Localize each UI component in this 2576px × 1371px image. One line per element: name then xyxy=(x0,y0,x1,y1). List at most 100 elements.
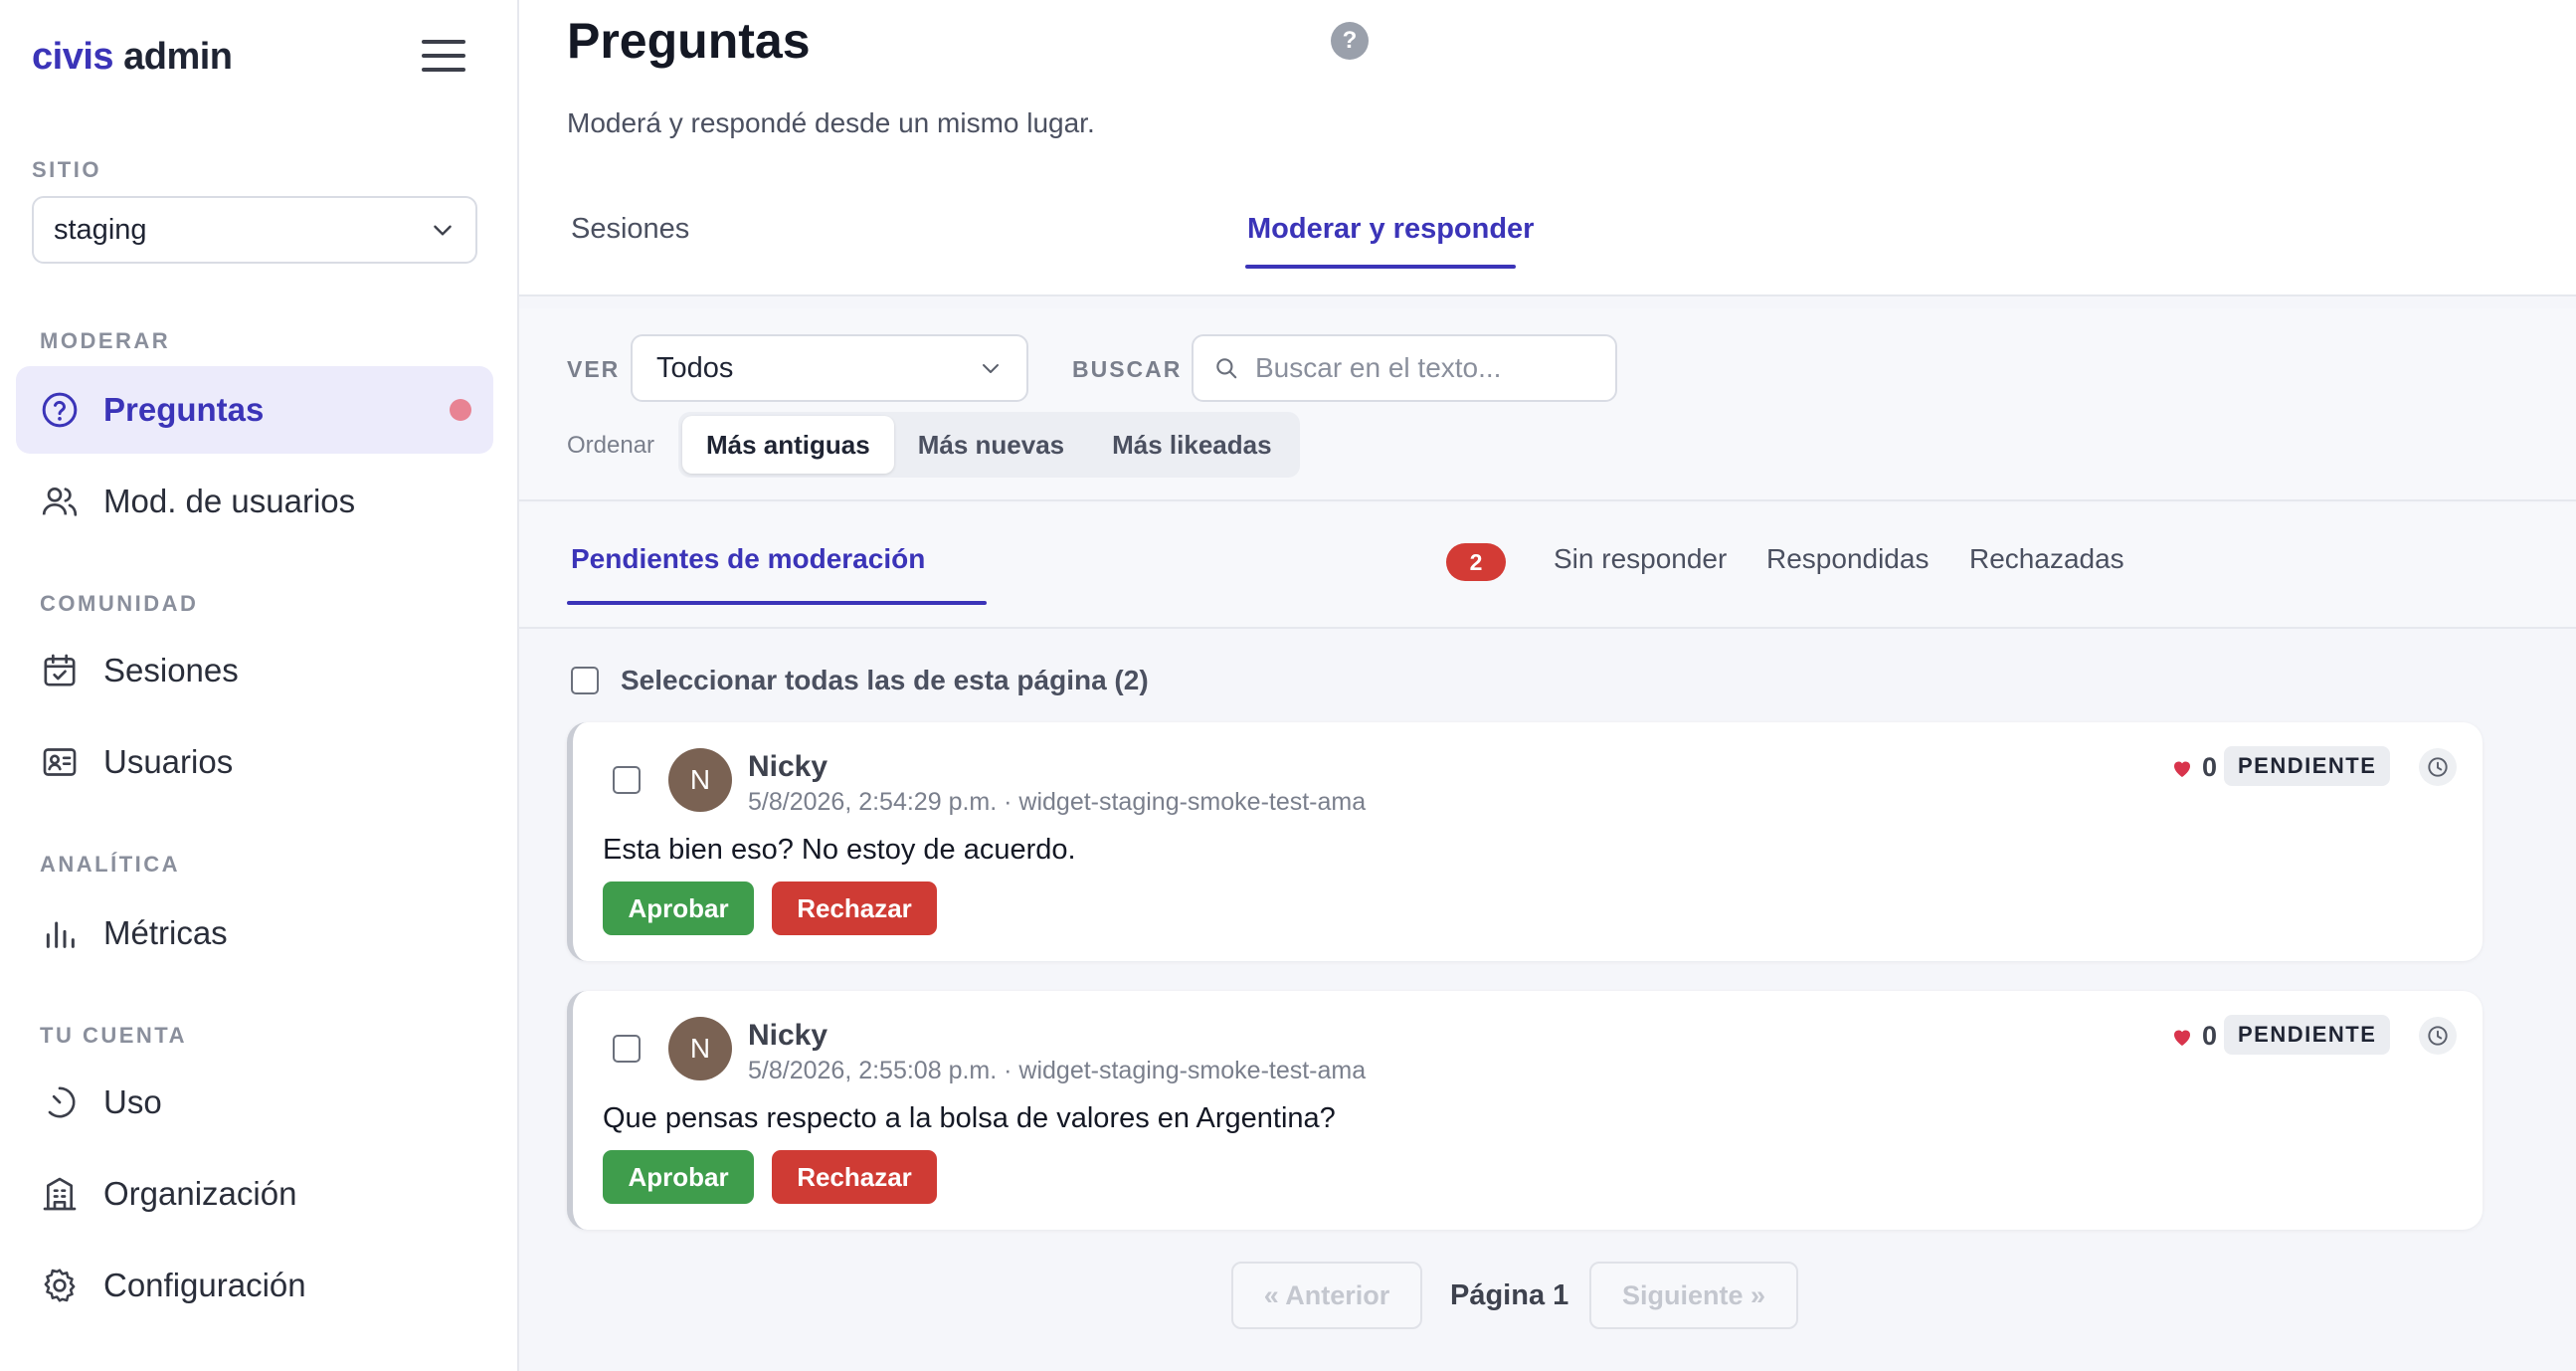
status-tabs: Pendientes de moderación 2 Sin responder… xyxy=(519,503,2576,629)
search-box[interactable] xyxy=(1192,334,1617,402)
site-label: SITIO xyxy=(32,157,101,182)
clock-icon xyxy=(2428,1026,2448,1046)
sidebar-item-label: Métricas xyxy=(103,914,228,951)
question-text: Esta bien eso? No estoy de acuerdo. xyxy=(603,834,1076,866)
select-all-row: Seleccionar todas las de esta página (2) xyxy=(571,665,1149,696)
buscar-label: BUSCAR xyxy=(1072,356,1183,382)
brand-part2: admin xyxy=(123,36,233,78)
question-card: N Nicky 5/8/2026, 2:55:08 p.m. · widget-… xyxy=(567,991,2483,1230)
sidebar-item-usuarios[interactable]: Usuarios xyxy=(16,718,493,806)
history-button[interactable] xyxy=(2419,1017,2457,1055)
sidebar-item-label: Organización xyxy=(103,1175,297,1212)
filters-bar: VER Todos BUSCAR Ordenar Más antiguas Má… xyxy=(519,308,2576,501)
sidebar-item-label: Preguntas xyxy=(103,391,265,428)
next-page-button[interactable]: Siguiente » xyxy=(1589,1262,1798,1329)
help-icon[interactable]: ? xyxy=(1331,22,1369,60)
chevron-down-icon xyxy=(434,225,452,236)
gauge-icon xyxy=(48,1086,76,1118)
heart-icon xyxy=(2174,761,2190,777)
sidebar-item-label: Usuarios xyxy=(103,743,234,780)
approve-button[interactable]: Aprobar xyxy=(603,1150,754,1204)
question-circle-icon xyxy=(42,392,78,428)
likes-count: 0 xyxy=(2170,1021,2217,1052)
active-subtab-indicator xyxy=(567,601,987,605)
sort-most-liked-button[interactable]: Más likeadas xyxy=(1088,416,1295,474)
sidebar-item-configuracion[interactable]: Configuración xyxy=(16,1242,493,1329)
section-label-comunidad: COMUNIDAD xyxy=(40,591,199,616)
app: civis admin SITIO staging MODERAR Pregun… xyxy=(0,0,2576,1371)
avatar: N xyxy=(668,748,732,812)
avatar: N xyxy=(668,1017,732,1080)
sidebar-item-mod-usuarios[interactable]: Mod. de usuarios xyxy=(16,458,493,545)
approve-button[interactable]: Aprobar xyxy=(603,881,754,935)
select-all-checkbox[interactable] xyxy=(571,667,599,694)
question-meta: 5/8/2026, 2:55:08 p.m. · widget-staging-… xyxy=(748,1057,1367,1084)
sort-segmented-control: Más antiguas Más nuevas Más likeadas xyxy=(678,412,1300,478)
bar-chart-icon xyxy=(46,921,75,948)
prev-page-button[interactable]: « Anterior xyxy=(1231,1262,1422,1329)
likes-count: 0 xyxy=(2170,752,2217,783)
building-icon xyxy=(43,1177,77,1211)
pending-count-badge: 2 xyxy=(1446,543,1506,581)
question-meta: 5/8/2026, 2:54:29 p.m. · widget-staging-… xyxy=(748,788,1367,816)
sidebar: civis admin SITIO staging MODERAR Pregun… xyxy=(0,0,519,1371)
section-label-moderar: MODERAR xyxy=(40,328,171,353)
tab-sin-responder[interactable]: Sin responder xyxy=(1554,543,1727,575)
ver-select[interactable]: Todos xyxy=(631,334,1028,402)
section-label-tu-cuenta: TU CUENTA xyxy=(40,1023,187,1048)
select-all-label: Seleccionar todas las de esta página (2) xyxy=(621,665,1149,695)
calendar-check-icon xyxy=(44,654,76,686)
reject-button[interactable]: Rechazar xyxy=(772,881,937,935)
sort-oldest-button[interactable]: Más antiguas xyxy=(682,416,894,474)
tab-respondidas[interactable]: Respondidas xyxy=(1766,543,1929,575)
site-select-value: staging xyxy=(54,213,147,246)
history-button[interactable] xyxy=(2419,748,2457,786)
search-input[interactable] xyxy=(1255,352,1593,384)
question-text: Que pensas respecto a la bolsa de valore… xyxy=(603,1102,1336,1134)
users-icon xyxy=(42,488,78,516)
section-label-analitica: ANALÍTICA xyxy=(40,852,181,877)
tab-sesiones[interactable]: Sesiones xyxy=(571,213,689,246)
sidebar-item-organizacion[interactable]: Organización xyxy=(16,1150,493,1238)
gear-icon xyxy=(44,1269,76,1302)
chevron-down-icon xyxy=(983,364,999,373)
question-author: Nicky xyxy=(748,750,828,783)
sidebar-item-label: Uso xyxy=(103,1083,162,1120)
ver-label: VER xyxy=(567,356,621,382)
active-tab-indicator xyxy=(1245,265,1516,269)
page-subtitle: Moderá y respondé desde un mismo lugar. xyxy=(567,107,1095,138)
question-checkbox[interactable] xyxy=(613,1035,641,1063)
page-title: Preguntas xyxy=(567,13,811,69)
sidebar-item-label: Sesiones xyxy=(103,652,239,688)
menu-toggle-icon[interactable] xyxy=(422,40,465,76)
sidebar-item-uso[interactable]: Uso xyxy=(16,1059,493,1146)
sidebar-item-metricas[interactable]: Métricas xyxy=(16,889,493,977)
notification-dot xyxy=(450,399,471,421)
status-badge: PENDIENTE xyxy=(2224,746,2391,786)
question-author: Nicky xyxy=(748,1019,828,1052)
page-indicator: Página 1 xyxy=(1450,1279,1569,1311)
sidebar-item-label: Mod. de usuarios xyxy=(103,483,356,519)
sort-label: Ordenar xyxy=(567,432,655,459)
tab-pendientes[interactable]: Pendientes de moderación xyxy=(571,543,925,575)
sidebar-item-sesiones[interactable]: Sesiones xyxy=(16,627,493,714)
page-header: Preguntas ? Moderá y respondé desde un m… xyxy=(519,0,2576,296)
search-icon xyxy=(1216,358,1237,379)
sort-newest-button[interactable]: Más nuevas xyxy=(894,416,1088,474)
status-badge: PENDIENTE xyxy=(2224,1015,2391,1055)
clock-icon xyxy=(2428,757,2448,777)
reject-button[interactable]: Rechazar xyxy=(772,1150,937,1204)
tab-moderar-responder[interactable]: Moderar y responder xyxy=(1247,213,1534,246)
likes-value: 0 xyxy=(2202,1021,2218,1051)
main-content: Preguntas ? Moderá y respondé desde un m… xyxy=(519,0,2576,1371)
sidebar-item-preguntas[interactable]: Preguntas xyxy=(16,366,493,454)
brand-part1: civis xyxy=(32,36,114,78)
sidebar-item-label: Configuración xyxy=(103,1267,306,1303)
question-checkbox[interactable] xyxy=(613,766,641,794)
heart-icon xyxy=(2174,1030,2190,1046)
site-select[interactable]: staging xyxy=(32,196,477,264)
brand-logo[interactable]: civis admin xyxy=(32,36,233,79)
likes-value: 0 xyxy=(2202,752,2218,782)
tab-rechazadas[interactable]: Rechazadas xyxy=(1969,543,2124,575)
ver-select-value: Todos xyxy=(656,351,734,384)
